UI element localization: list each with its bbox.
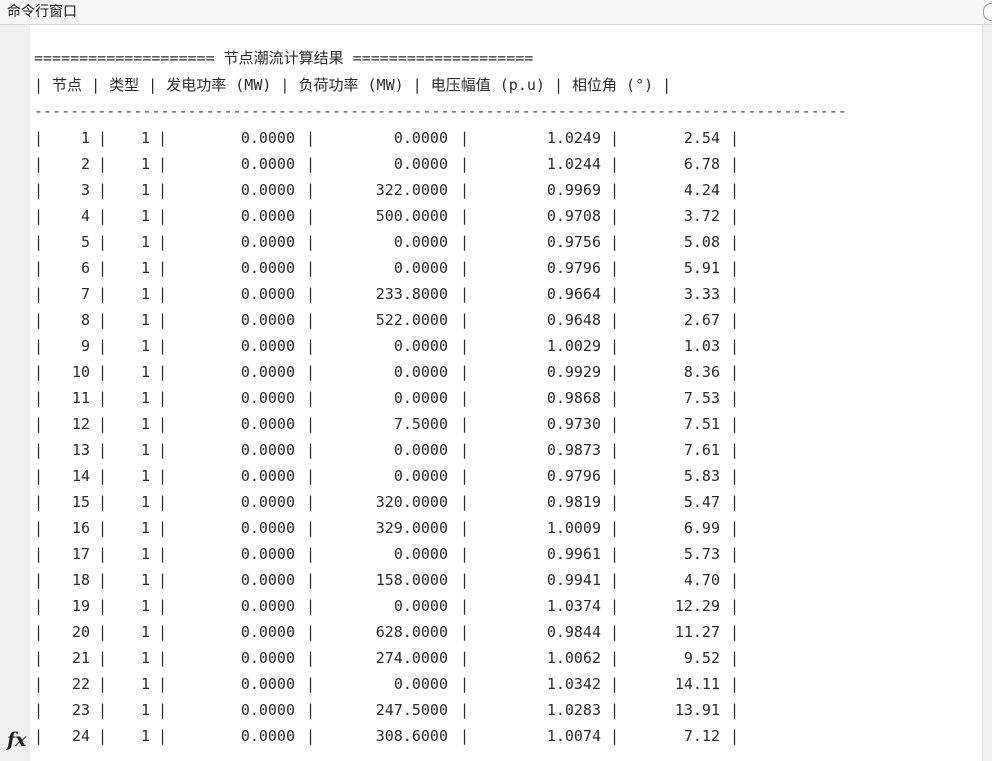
cell-phase-angle: 11.27 — [674, 623, 720, 641]
fx-icon[interactable]: fx — [7, 729, 27, 751]
column-divider: | — [730, 285, 740, 303]
table-row: | | | | | | | 10 1 0.0000 0.0000 0.9929 8.36 — [30, 359, 790, 385]
cell-phase-angle: 9.52 — [683, 649, 720, 667]
table-row: | | | | | | | 5 1 0.0000 0.0000 0.9756 5.08 — [30, 229, 790, 255]
table-row: | | | | | | | 6 1 0.0000 0.0000 0.9796 5.91 — [30, 255, 790, 281]
cell-phase-angle: 5.91 — [683, 259, 720, 277]
column-divider: | — [730, 129, 740, 147]
cell-phase-angle: 4.24 — [683, 181, 720, 199]
table-row: | | | | | | | 12 1 0.0000 7.5000 0.9730 7.51 — [30, 411, 790, 437]
table-row: | | | | | | | 18 1 0.0000 158.0000 0.9941 4.70 — [30, 567, 790, 593]
table-row: | | | | | | | 22 1 0.0000 0.0000 1.0342 14.11 — [30, 671, 790, 697]
cell-phase-angle: 1.03 — [683, 337, 720, 355]
table-row: | | | | | | | 24 1 0.0000 308.6000 1.0074 7.12 — [30, 723, 790, 749]
column-divider: | — [730, 727, 740, 745]
cell-phase-angle: 7.12 — [683, 727, 720, 745]
table-row: | | | | | | | 9 1 0.0000 0.0000 1.0029 1.03 — [30, 333, 790, 359]
output-banner: ==================== 节点潮流计算结果 ==========… — [34, 49, 534, 67]
command-output[interactable]: ==================== 节点潮流计算结果 ==========… — [30, 25, 982, 761]
table-row: | | | | | | | 17 1 0.0000 0.0000 0.9961 5.73 — [30, 541, 790, 567]
window-options-button[interactable] — [983, 3, 992, 21]
table-row: | | | | | | | 4 1 0.0000 500.0000 0.9708 3.72 — [30, 203, 790, 229]
column-divider: | — [730, 649, 740, 667]
cell-phase-angle: 13.91 — [674, 701, 720, 719]
cell-phase-angle: 7.61 — [683, 441, 720, 459]
table-row: | | | | | | | 8 1 0.0000 522.0000 0.9648 2.67 — [30, 307, 790, 333]
window-title: 命令行窗口 — [7, 4, 77, 20]
column-divider: | — [730, 597, 740, 615]
column-divider: | — [730, 545, 740, 563]
table-row: | | | | | | | 16 1 0.0000 329.0000 1.0009 6.99 — [30, 515, 790, 541]
scrollbar[interactable] — [982, 25, 992, 761]
table-row: | | | | | | | 23 1 0.0000 247.5000 1.0283 13.91 — [30, 697, 790, 723]
column-divider: | — [730, 389, 740, 407]
table-row: | | | | | | | 21 1 0.0000 274.0000 1.0062 9.52 — [30, 645, 790, 671]
column-divider: | — [730, 415, 740, 433]
cell-phase-angle: 5.47 — [683, 493, 720, 511]
table-row: | | | | | | | 3 1 0.0000 322.0000 0.9969 4.24 — [30, 177, 790, 203]
command-window-titlebar: 命令行窗口 — [0, 0, 992, 25]
output-table-header: | 节点 | 类型 | 发电功率 (MW) | 负荷功率 (MW) | 电压幅值… — [34, 76, 672, 94]
column-divider: | — [730, 493, 740, 511]
cell-phase-angle: 2.67 — [683, 311, 720, 329]
table-row: | | | | | | | 20 1 0.0000 628.0000 0.9844 11.27 — [30, 619, 790, 645]
cell-phase-angle: 14.11 — [674, 675, 720, 693]
column-divider: | — [730, 311, 740, 329]
table-row: | | | | | | | 15 1 0.0000 320.0000 0.9819 5.47 — [30, 489, 790, 515]
table-row: | | | | | | | 1 1 0.0000 0.0000 1.0249 2.54 — [30, 125, 790, 151]
output-separator: ----------------------------------------… — [34, 102, 847, 120]
cell-phase-angle: 3.33 — [683, 285, 720, 303]
cell-phase-angle: 3.72 — [683, 207, 720, 225]
column-divider: | — [730, 571, 740, 589]
command-window: 命令行窗口 ==================== 节点潮流计算结果 ====… — [0, 0, 992, 761]
cell-phase-angle: 5.08 — [683, 233, 720, 251]
column-divider: | — [730, 623, 740, 641]
command-gutter — [0, 25, 30, 761]
cell-phase-angle: 5.73 — [683, 545, 720, 563]
column-divider: | — [730, 181, 740, 199]
column-divider: | — [730, 363, 740, 381]
column-divider: | — [730, 675, 740, 693]
column-divider: | — [730, 207, 740, 225]
cell-phase-angle: 7.51 — [683, 415, 720, 433]
table-row: | | | | | | | 2 1 0.0000 0.0000 1.0244 6.78 — [30, 151, 790, 177]
table-row: | | | | | | | 13 1 0.0000 0.0000 0.9873 7.61 — [30, 437, 790, 463]
column-divider: | — [730, 467, 740, 485]
table-row: | | | | | | | 11 1 0.0000 0.0000 0.9868 7.53 — [30, 385, 790, 411]
cell-phase-angle: 5.83 — [683, 467, 720, 485]
table-row: | | | | | | | 14 1 0.0000 0.0000 0.9796 5.83 — [30, 463, 790, 489]
column-divider: | — [730, 701, 740, 719]
table-row: | | | | | | | 19 1 0.0000 0.0000 1.0374 12.29 — [30, 593, 790, 619]
cell-phase-angle: 12.29 — [674, 597, 720, 615]
cell-phase-angle: 2.54 — [683, 129, 720, 147]
cell-phase-angle: 6.99 — [683, 519, 720, 537]
cell-phase-angle: 6.78 — [683, 155, 720, 173]
column-divider: | — [730, 155, 740, 173]
column-divider: | — [730, 519, 740, 537]
cell-phase-angle: 4.70 — [683, 571, 720, 589]
column-divider: | — [730, 233, 740, 251]
table-row: | | | | | | | 7 1 0.0000 233.8000 0.9664 3.33 — [30, 281, 790, 307]
column-divider: | — [730, 259, 740, 277]
column-divider: | — [730, 441, 740, 459]
cell-phase-angle: 7.53 — [683, 389, 720, 407]
cell-phase-angle: 8.36 — [683, 363, 720, 381]
column-divider: | — [730, 337, 740, 355]
